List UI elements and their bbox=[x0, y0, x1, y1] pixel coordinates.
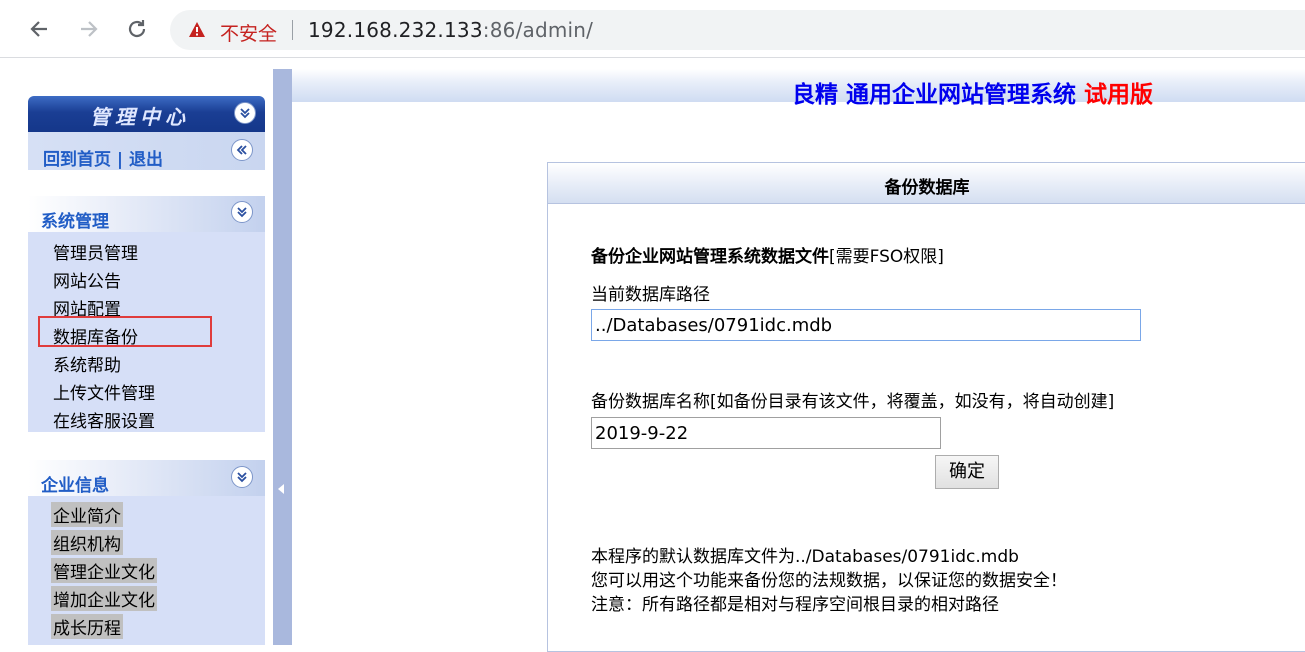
sidebar-item-upload-files[interactable]: 上传文件管理 bbox=[53, 379, 155, 404]
url-path: /admin/ bbox=[515, 18, 594, 42]
backup-panel-header: 备份数据库 bbox=[548, 163, 1305, 204]
url-host: 192.168.232.133 bbox=[308, 18, 483, 42]
current-path-label: 当前数据库路径 bbox=[591, 285, 710, 305]
address-bar[interactable]: 不安全 192.168.232.133:86/admin/ bbox=[170, 10, 1305, 50]
url-port: :86 bbox=[482, 18, 516, 42]
system-title-trial: 试用版 bbox=[1084, 82, 1154, 108]
address-separator bbox=[292, 20, 293, 40]
backup-name-input[interactable] bbox=[591, 417, 941, 449]
double-chevron-down-icon bbox=[240, 108, 250, 119]
sidebar-item-history[interactable]: 成长历程 bbox=[51, 614, 123, 639]
sidebar-item-system-help[interactable]: 系统帮助 bbox=[53, 351, 121, 376]
backup-heading: 备份企业网站管理系统数据文件[需要FSO权限] bbox=[591, 242, 944, 267]
backup-panel-title: 备份数据库 bbox=[884, 178, 970, 198]
double-chevron-down-icon bbox=[237, 207, 247, 218]
section-toggle-company[interactable] bbox=[231, 466, 253, 488]
confirm-button[interactable]: 确定 bbox=[935, 455, 999, 489]
warning-triangle-icon bbox=[189, 22, 205, 37]
admin-center-title: 管理中心 bbox=[90, 105, 190, 129]
sidebar-item-admin-manage[interactable]: 管理员管理 bbox=[53, 239, 138, 264]
section-body-company: 企业简介 组织机构 管理企业文化 增加企业文化 成长历程 bbox=[28, 496, 265, 645]
back-arrow-icon bbox=[30, 21, 47, 37]
frame-splitter[interactable] bbox=[273, 69, 292, 645]
sidebar-item-organization[interactable]: 组织机构 bbox=[51, 530, 123, 555]
sidebar-item-site-notice[interactable]: 网站公告 bbox=[53, 267, 121, 292]
home-logout-link[interactable]: 回到首页 | 退出 bbox=[43, 145, 163, 170]
backup-name-label: 备份数据库名称[如备份目录有该文件，将覆盖，如没有，将自动创建] bbox=[591, 392, 1115, 412]
current-path-input[interactable] bbox=[591, 309, 1141, 341]
system-title-brand: 良精 通用企业网站管理系统 bbox=[792, 82, 1077, 108]
security-status-label[interactable]: 不安全 bbox=[220, 19, 277, 46]
note-line-1: 本程序的默认数据库文件为../Databases/0791idc.mdb bbox=[591, 547, 1019, 567]
admin-center-header: 管理中心 bbox=[28, 96, 265, 132]
section-toggle-system[interactable] bbox=[231, 201, 253, 223]
section-header-system[interactable]: 系统管理 bbox=[28, 196, 265, 232]
collapse-arrow-icon[interactable] bbox=[278, 484, 284, 494]
double-chevron-left-icon bbox=[236, 145, 247, 155]
double-chevron-down-icon bbox=[237, 472, 247, 483]
home-logout-bar: 回到首页 | 退出 bbox=[28, 132, 265, 170]
forward-arrow-icon bbox=[81, 21, 98, 37]
sidebar-item-manage-culture[interactable]: 管理企业文化 bbox=[51, 558, 157, 583]
collapse-left-button[interactable] bbox=[231, 139, 253, 161]
note-line-2: 您可以用这个功能来备份您的法规数据，以保证您的数据安全！ bbox=[591, 571, 1067, 591]
reload-button[interactable] bbox=[120, 12, 154, 46]
section-title-company: 企业信息 bbox=[41, 476, 109, 496]
backup-heading-bold: 备份企业网站管理系统数据文件 bbox=[591, 247, 829, 267]
backup-heading-note: [需要FSO权限] bbox=[829, 247, 944, 267]
sidebar-item-online-service[interactable]: 在线客服设置 bbox=[53, 407, 155, 432]
reload-icon bbox=[128, 20, 146, 38]
sidebar-item-add-culture[interactable]: 增加企业文化 bbox=[51, 586, 157, 611]
sidebar-item-company-intro[interactable]: 企业简介 bbox=[51, 502, 123, 527]
note-line-3: 注意：所有路径都是相对与程序空间根目录的相对路径 bbox=[591, 595, 999, 615]
section-header-company[interactable]: 企业信息 bbox=[28, 460, 265, 496]
system-title: 良精 通用企业网站管理系统 试用版 bbox=[792, 75, 1153, 109]
browser-toolbar: 不安全 192.168.232.133:86/admin/ bbox=[0, 0, 1305, 58]
selected-item-highlight bbox=[38, 316, 212, 347]
back-button[interactable] bbox=[22, 12, 56, 46]
backup-panel: 备份数据库 备份企业网站管理系统数据文件[需要FSO权限] 当前数据库路径 备份… bbox=[547, 162, 1305, 652]
section-title-system: 系统管理 bbox=[41, 212, 109, 232]
url-text[interactable]: 192.168.232.133:86/admin/ bbox=[308, 18, 593, 42]
collapse-all-button[interactable] bbox=[234, 102, 256, 124]
forward-button[interactable] bbox=[72, 12, 106, 46]
